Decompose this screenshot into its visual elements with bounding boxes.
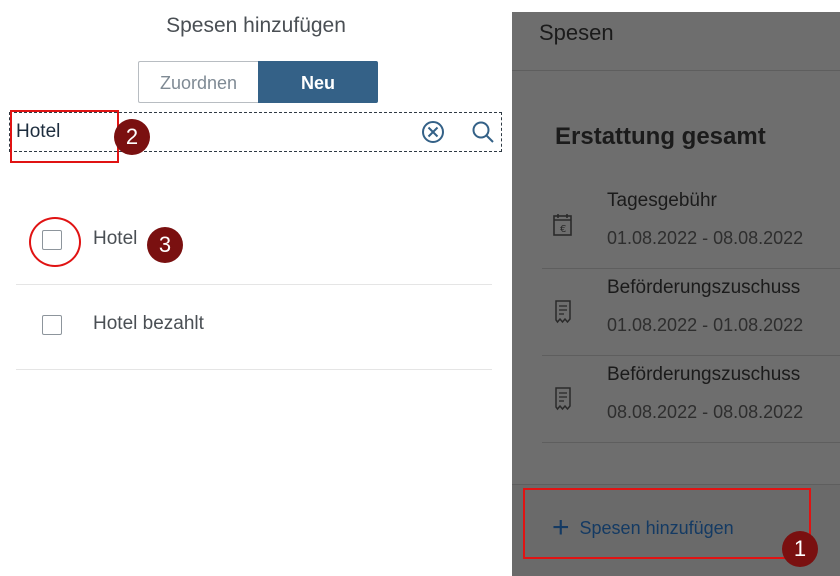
list-item[interactable]: Hotel <box>16 200 492 285</box>
expense-date: 01.08.2022 - 08.08.2022 <box>607 228 804 248</box>
panel-title: Spesen <box>539 20 614 45</box>
annotation-highlight-search <box>10 110 119 163</box>
search-icon[interactable] <box>470 119 496 145</box>
expense-date: 08.08.2022 - 08.08.2022 <box>607 402 804 422</box>
item-label: Hotel <box>93 228 138 249</box>
item-label: Hotel bezahlt <box>93 313 204 334</box>
dialog-title: Spesen hinzufügen <box>166 14 346 37</box>
segment-assign[interactable]: Zuordnen <box>138 61 258 103</box>
checkbox[interactable] <box>42 315 62 335</box>
step-badge-3: 3 <box>147 227 183 263</box>
panel-header: Spesen <box>512 12 840 71</box>
expense-title: Tagesgebühr <box>607 190 717 211</box>
list-item[interactable]: Hotel bezahlt <box>16 285 492 370</box>
expense-row[interactable]: Beförderungszuschuss 01.08.2022 - 01.08.… <box>542 269 840 356</box>
annotation-highlight-checkbox <box>29 217 81 267</box>
add-expense-dialog: Spesen hinzufügen Zuordnen Neu Hotel Hot… <box>0 0 512 576</box>
clear-icon[interactable] <box>420 119 446 145</box>
expense-title: Beförderungszuschuss <box>607 277 801 298</box>
step-badge-1: 1 <box>782 531 818 567</box>
annotation-highlight-add <box>523 488 811 559</box>
expense-row[interactable]: Beförderungszuschuss 08.08.2022 - 08.08.… <box>542 356 840 443</box>
calendar-euro-icon: € <box>553 214 572 236</box>
receipt-icon <box>555 300 571 324</box>
segmented-button: Zuordnen Neu <box>138 61 378 103</box>
section-title: Erstattung gesamt <box>555 123 766 150</box>
receipt-icon <box>555 387 571 411</box>
panel-top-strip <box>512 0 840 12</box>
segment-new[interactable]: Neu <box>258 61 378 103</box>
step-badge-2: 2 <box>114 119 150 155</box>
expense-row[interactable]: € Tagesgebühr 01.08.2022 - 08.08.2022 <box>542 182 840 269</box>
svg-text:€: € <box>560 224 566 235</box>
expense-title: Beförderungszuschuss <box>607 364 801 385</box>
expense-date: 01.08.2022 - 01.08.2022 <box>607 315 804 335</box>
